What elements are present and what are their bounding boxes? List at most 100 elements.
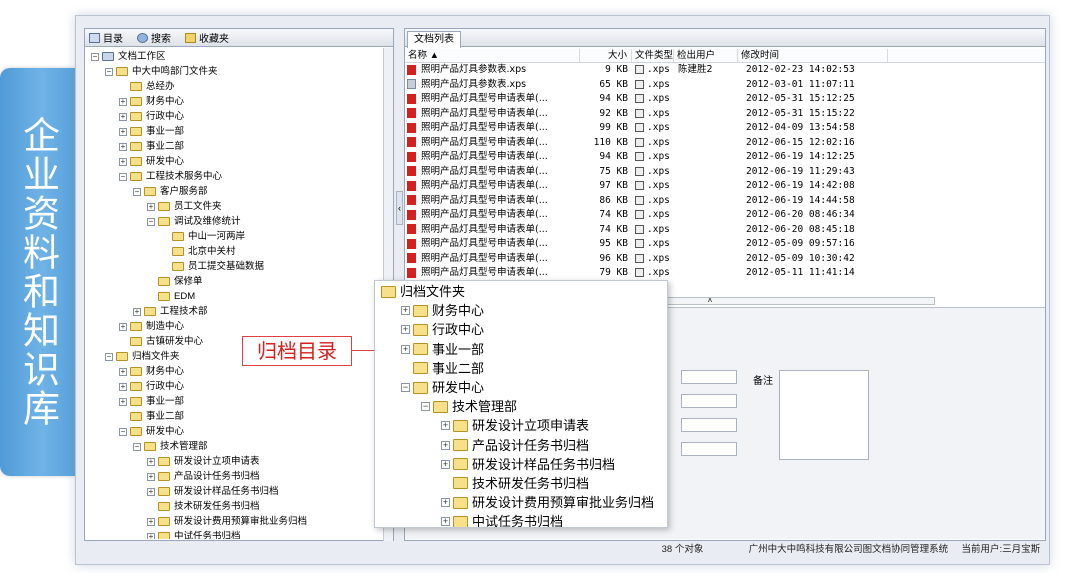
tree-item[interactable]: − 客户服务部 <box>87 184 379 199</box>
file-row[interactable]: 照明产品灯具型号申请表单(... 95 KB .xps 2012-05-09 09:5… <box>405 237 1045 252</box>
collapse-icon[interactable]: − <box>401 383 410 392</box>
tree-item[interactable]: + 研发设计样品任务书归档 <box>87 484 379 499</box>
tree-item[interactable]: + 事业二部 <box>87 139 379 154</box>
expand-icon[interactable]: + <box>147 487 155 496</box>
expand-icon[interactable]: + <box>441 440 450 450</box>
tree-item[interactable]: 总经办 <box>87 79 379 94</box>
expand-icon[interactable]: + <box>401 306 410 316</box>
column-size[interactable]: 大小 <box>580 49 632 62</box>
tab-favorites[interactable]: 收藏夹 <box>185 30 229 45</box>
tree-item[interactable]: − 技术管理部 <box>87 439 379 454</box>
file-row[interactable]: 照明产品灯具参数表.xps 9 KB .xps 陈建胜2 2012-02-23 14:0… <box>405 63 1045 78</box>
expand-icon[interactable]: + <box>147 472 155 481</box>
column-name[interactable]: 名称 ▲ <box>405 49 580 62</box>
expand-icon[interactable]: + <box>147 532 155 539</box>
file-row[interactable]: 照明产品灯具型号申请表单(... 97 KB .xps 2012-06-19 14:4… <box>405 179 1045 194</box>
tree-item[interactable]: EDM <box>87 289 379 304</box>
tree-item[interactable]: + 工程技术部 <box>87 304 379 319</box>
file-row[interactable]: 照明产品灯具参数表.xps 65 KB .xps 2012-03-01 11:07:1… <box>405 78 1045 93</box>
collapse-icon[interactable]: − <box>119 427 127 436</box>
pane-splitter[interactable]: ‹ <box>396 191 403 225</box>
tree-item[interactable]: + 事业一部 <box>87 394 379 409</box>
tree-item[interactable]: 中山一河两岸 <box>87 229 379 244</box>
file-row[interactable]: 照明产品灯具型号申请表单(... 75 KB .xps 2012-06-19 11:2… <box>405 165 1045 180</box>
tree-item[interactable]: 保修单 <box>87 274 379 289</box>
expand-icon[interactable]: + <box>119 157 127 166</box>
tree-item[interactable]: + 财务中心 <box>87 94 379 109</box>
archive-tree-item[interactable]: + 中试任务书归档 <box>375 511 667 527</box>
detail-field-3[interactable] <box>681 418 737 432</box>
detail-field-2[interactable] <box>681 394 737 408</box>
tree-item[interactable]: − 中大中鸣部门文件夹 <box>87 64 379 79</box>
tree-item[interactable]: 员工提交基础数据 <box>87 259 379 274</box>
expand-icon[interactable]: + <box>119 97 127 106</box>
tree-item[interactable]: + 中试任务书归档 <box>87 529 379 539</box>
collapse-icon[interactable]: − <box>91 52 99 61</box>
file-row[interactable]: 照明产品灯具型号申请表单(... 110 KB .xps 2012-06-15 12:… <box>405 136 1045 151</box>
expand-icon[interactable]: + <box>441 498 450 508</box>
archive-tree-item[interactable]: + 研发设计样品任务书归档 <box>375 454 667 473</box>
archive-tree-item[interactable]: + 产品设计任务书归档 <box>375 435 667 454</box>
tree-item[interactable]: + 研发设计费用预算审批业务归档 <box>87 514 379 529</box>
tree-item[interactable]: − 文档工作区 <box>87 49 379 64</box>
expand-icon[interactable]: + <box>119 322 127 331</box>
archive-tree-item[interactable]: − 技术管理部 <box>375 396 667 415</box>
column-user[interactable]: 检出用户 <box>674 49 738 62</box>
tab-document-list[interactable]: 文档列表 <box>407 31 461 48</box>
expand-icon[interactable]: + <box>441 421 450 431</box>
tree-item[interactable]: + 制造中心 <box>87 319 379 334</box>
expand-icon[interactable]: + <box>119 127 127 136</box>
collapse-icon[interactable]: − <box>147 217 155 226</box>
tree-item[interactable]: 事业二部 <box>87 409 379 424</box>
file-row[interactable]: 照明产品灯具型号申请表单(... 96 KB .xps 2012-05-09 10:3… <box>405 252 1045 267</box>
archive-tree-item[interactable]: + 行政中心 <box>375 319 667 338</box>
detail-select[interactable] <box>681 370 737 384</box>
archive-tree-item[interactable]: − 研发中心 <box>375 377 667 396</box>
archive-tree-item[interactable]: 事业二部 <box>375 358 667 377</box>
column-modified[interactable]: 修改时间 <box>738 49 888 62</box>
tab-search[interactable]: 搜索 <box>137 30 171 45</box>
file-row[interactable]: 照明产品灯具型号申请表单(... 94 KB .xps 2012-06-19 14:1… <box>405 150 1045 165</box>
collapse-icon[interactable]: − <box>133 187 141 196</box>
tree-item[interactable]: 北京中关村 <box>87 244 379 259</box>
tree-item[interactable]: + 研发设计立项申请表 <box>87 454 379 469</box>
tree-item[interactable]: − 工程技术服务中心 <box>87 169 379 184</box>
expand-icon[interactable]: + <box>119 112 127 121</box>
tree-item[interactable]: + 行政中心 <box>87 379 379 394</box>
archive-tree-item[interactable]: + 财务中心 <box>375 300 667 319</box>
expand-icon[interactable]: + <box>401 325 410 335</box>
file-row[interactable]: 照明产品灯具型号申请表单(... 79 KB .xps 2012-05-11 11:4… <box>405 266 1045 281</box>
tree-item[interactable]: + 员工文件夹 <box>87 199 379 214</box>
tree-item[interactable]: + 研发中心 <box>87 154 379 169</box>
file-row[interactable]: 照明产品灯具型号申请表单(... 74 KB .xps 2012-06-20 08:4… <box>405 223 1045 238</box>
expand-icon[interactable]: + <box>441 459 450 469</box>
tree-item[interactable]: 技术研发任务书归档 <box>87 499 379 514</box>
file-row[interactable]: 照明产品灯具型号申请表单(... 99 KB .xps 2012-04-09 13:5… <box>405 121 1045 136</box>
tree-item[interactable]: + 财务中心 <box>87 364 379 379</box>
file-row[interactable]: 照明产品灯具型号申请表单(... 94 KB .xps 2012-05-31 15:1… <box>405 92 1045 107</box>
tab-directory[interactable]: 目录 <box>89 30 123 45</box>
collapse-icon[interactable]: − <box>105 67 113 76</box>
archive-tree-item[interactable]: + 研发设计费用预算审批业务归档 <box>375 492 667 511</box>
expand-icon[interactable]: + <box>119 382 127 391</box>
collapse-icon[interactable]: − <box>105 352 113 361</box>
file-row[interactable]: 照明产品灯具型号申请表单(... 74 KB .xps 2012-06-20 08:4… <box>405 208 1045 223</box>
column-type[interactable]: 文件类型 <box>632 49 674 62</box>
expand-icon[interactable]: + <box>441 517 450 527</box>
expand-icon[interactable]: + <box>119 142 127 151</box>
expand-icon[interactable]: + <box>119 397 127 406</box>
archive-tree-item[interactable]: + 研发设计立项申请表 <box>375 415 667 434</box>
file-row[interactable]: 照明产品灯具型号申请表单(... 86 KB .xps 2012-06-19 14:4… <box>405 194 1045 209</box>
expand-icon[interactable]: + <box>147 517 155 526</box>
tree-item[interactable]: − 研发中心 <box>87 424 379 439</box>
expand-icon[interactable]: + <box>147 457 155 466</box>
tree-item[interactable]: + 产品设计任务书归档 <box>87 469 379 484</box>
expand-icon[interactable]: + <box>401 344 410 354</box>
collapse-icon[interactable]: − <box>119 172 127 181</box>
expand-icon[interactable]: + <box>133 307 141 316</box>
tree-item[interactable]: − 调试及维修统计 <box>87 214 379 229</box>
remark-textarea[interactable] <box>779 370 869 460</box>
expand-icon[interactable]: + <box>119 367 127 376</box>
tree-item[interactable]: + 事业一部 <box>87 124 379 139</box>
archive-tree-item[interactable]: + 事业一部 <box>375 339 667 358</box>
